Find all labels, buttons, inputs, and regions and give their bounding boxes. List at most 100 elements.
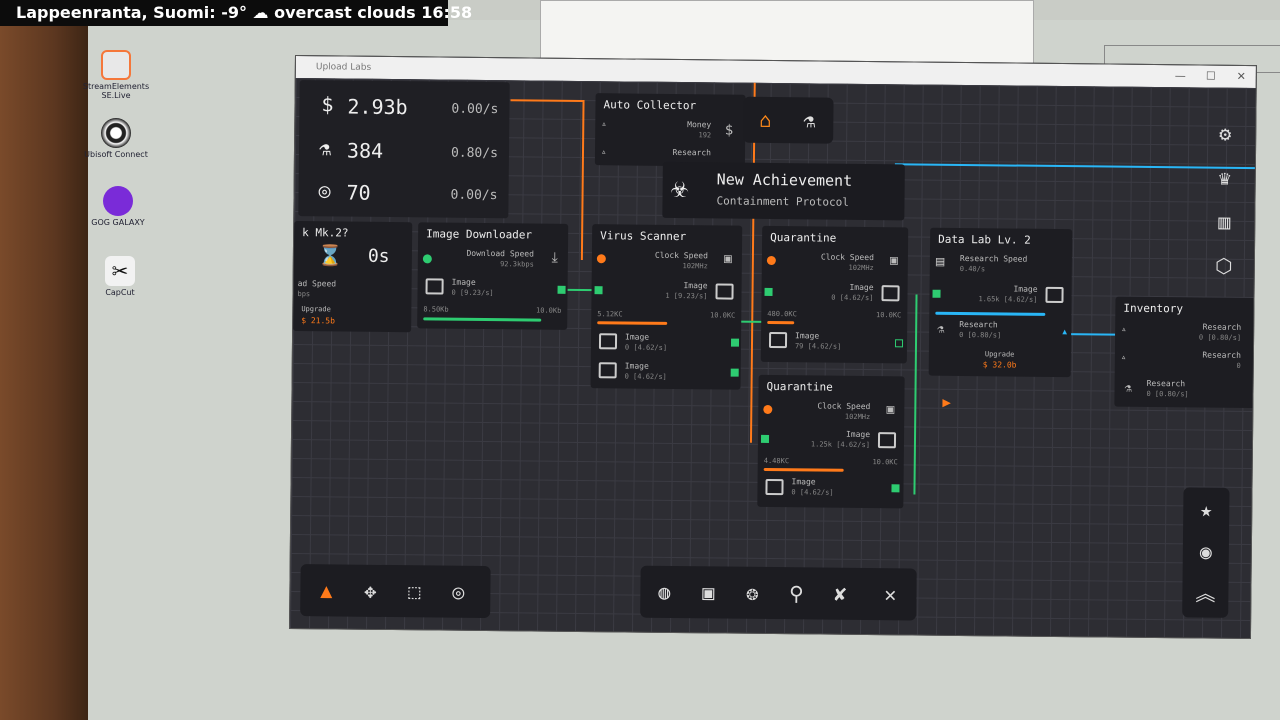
input-port[interactable]: [764, 287, 773, 297]
q2-cap: 10.0KC: [872, 458, 898, 467]
aperture-icon[interactable]: ❂: [734, 575, 770, 611]
datalab-out-label: Research: [959, 319, 998, 330]
chevrons-up-icon[interactable]: ︽: [1187, 575, 1223, 611]
wire-money: [510, 99, 583, 103]
output-port[interactable]: [730, 368, 739, 377]
inv-r1-label: Research: [1202, 322, 1242, 332]
scanner-out2-value: 0 [4.62/s]: [624, 372, 667, 381]
download-icon: ⤓: [551, 249, 558, 266]
download-speed-value: 92.3kbps: [500, 260, 534, 269]
pointer-icon[interactable]: ▲: [308, 572, 344, 608]
power-port[interactable]: [596, 254, 606, 264]
triangle-icon: ▵: [600, 147, 607, 158]
scanner-in-value: 1 [9.23/s]: [665, 291, 708, 301]
money-rate: 0.00/s: [451, 101, 499, 118]
money-value: 2.93b: [347, 94, 408, 120]
microscope-icon[interactable]: ⚲: [778, 575, 814, 611]
select-box-icon[interactable]: ⬚: [396, 573, 432, 609]
output-port[interactable]: [730, 338, 740, 347]
input-port[interactable]: [932, 289, 941, 298]
datalab-title: Data Lab Lv. 2: [938, 232, 1031, 247]
close-window-button[interactable]: ✕: [1236, 66, 1246, 88]
cpu-icon: ▣: [723, 251, 732, 267]
power-port[interactable]: [422, 254, 432, 264]
q1-out-value: 79 [4.62/s]: [794, 342, 842, 351]
desktop-icon-ubisoft[interactable]: Ubisoft Connect: [76, 118, 156, 159]
achievement-subtitle: Containment Protocol: [716, 194, 850, 209]
scanner-out2-label: Image: [624, 361, 649, 371]
top-nav: ⌂ ⚗: [743, 96, 834, 144]
hexagon-icon[interactable]: ⬡: [1206, 248, 1242, 284]
token-rate: 0.00/s: [450, 187, 498, 204]
achievement-toast: ☣ New Achievement Containment Protocol: [662, 161, 905, 221]
timer-value: 0s: [367, 245, 390, 268]
right-sidebar: ⚙ ♛ ▥ ⬡: [1201, 110, 1249, 300]
collector-money-value: 192: [698, 131, 712, 140]
data-lab-node[interactable]: Data Lab Lv. 2 ▤ Research Speed 0.40/s I…: [928, 227, 1073, 378]
inventory-node[interactable]: Inventory ▵ Research 0 [0.80/s] ▵ Resear…: [1114, 296, 1256, 409]
quarantine-node-1[interactable]: Quarantine Clock Speed 102MHz ▣ Image 0 …: [760, 225, 909, 364]
node-canvas[interactable]: $ 2.93b 0.00/s ⚗ 384 0.80/s ◎ 70 0.00/s …: [289, 78, 1257, 639]
scanner-clock-label: Clock Speed: [654, 250, 708, 261]
q1-in-label: Image: [849, 282, 874, 293]
desktop-icon-gog[interactable]: GOG GALAXY: [78, 186, 158, 227]
input-port[interactable]: [594, 286, 603, 295]
book-icon[interactable]: ▥: [1206, 204, 1242, 240]
q1-out-label: Image: [795, 331, 820, 341]
trophy-icon[interactable]: ♛: [1207, 160, 1243, 196]
datalab-upgrade-label: Upgrade: [984, 350, 1015, 359]
cpu-icon[interactable]: ▣: [690, 574, 726, 610]
auto-collector-node[interactable]: Auto Collector ▵ Money 192 $ ▵ Research: [594, 93, 746, 167]
flask-icon[interactable]: ⚗: [791, 102, 827, 138]
image-icon: [765, 478, 784, 496]
circle-icon[interactable]: ◎: [440, 574, 476, 610]
downloader-progress: [423, 317, 542, 322]
output-port[interactable]: ▲: [1062, 327, 1067, 336]
q2-progress-label: 4.48KC: [763, 456, 790, 466]
output-port[interactable]: [891, 484, 900, 493]
target-icon[interactable]: ◉: [1188, 533, 1224, 569]
right-bottom-tools: ★ ◉ ︽: [1182, 487, 1230, 618]
q2-in-value: 1.25k [4.62/s]: [810, 440, 870, 450]
triangle-icon: ▵: [1120, 352, 1127, 363]
q2-in-label: Image: [845, 429, 871, 440]
mouse-cursor: ▶: [942, 394, 951, 411]
datalab-in-label: Image: [1013, 284, 1038, 294]
move-icon[interactable]: ✥: [352, 573, 388, 609]
quarantine1-title: Quarantine: [770, 230, 837, 245]
inv-r2-label: Research: [1202, 350, 1241, 360]
power-port[interactable]: [763, 404, 773, 415]
input-port[interactable]: [760, 434, 770, 443]
window-title: Upload Labs: [315, 62, 372, 73]
home-icon[interactable]: ⌂: [747, 102, 783, 138]
scanner-progress-label: 5.12KC: [597, 310, 623, 319]
power-port[interactable]: [766, 255, 776, 266]
tools-icon[interactable]: ✘: [822, 576, 858, 612]
globe-icon[interactable]: ◍: [646, 574, 682, 610]
wire-money-down: [580, 100, 585, 261]
inv-r2-value: 0: [1236, 361, 1241, 370]
quarantine-node-2[interactable]: Quarantine Clock Speed 102MHz ▣ Image 1.…: [757, 374, 905, 509]
minimize-button[interactable]: —: [1175, 65, 1186, 87]
datalab-upgrade-cost[interactable]: $ 32.0b: [983, 360, 1017, 369]
virus-scanner-node[interactable]: Virus Scanner Clock Speed 102MHz ▣ Image…: [590, 224, 743, 390]
image-downloader-node[interactable]: Image Downloader Download Speed 92.3kbps…: [417, 222, 569, 330]
timer-upgrade-cost[interactable]: $ 21.5b: [301, 316, 335, 325]
star-icon[interactable]: ★: [1188, 491, 1224, 527]
quarantine2-title: Quarantine: [766, 379, 833, 394]
auto-collector-title: Auto Collector: [603, 98, 697, 113]
weather-bar: Lappeenranta, Suomi: -9° ☁ overcast clou…: [0, 0, 472, 26]
timer-node[interactable]: k Mk.2? ⌛ 0s ad Speed bps Upgrade $ 21.5…: [293, 221, 413, 333]
q2-progress-bar: [763, 467, 844, 472]
close-icon[interactable]: ✕: [872, 576, 908, 612]
desktop-icon-streamelements[interactable]: StreamElements SE.Live: [76, 50, 156, 100]
output-port[interactable]: [557, 285, 566, 294]
desktop-icon-capcut[interactable]: ✂ CapCut: [80, 256, 160, 297]
output-port[interactable]: [894, 339, 904, 348]
maximize-button[interactable]: ☐: [1206, 66, 1216, 88]
scanner-in-label: Image: [683, 281, 708, 291]
download-speed-label: Download Speed: [466, 248, 534, 259]
gear-icon[interactable]: ⚙: [1207, 116, 1243, 152]
downloader-title: Image Downloader: [426, 227, 533, 242]
q1-clock-label: Clock Speed: [820, 252, 874, 263]
